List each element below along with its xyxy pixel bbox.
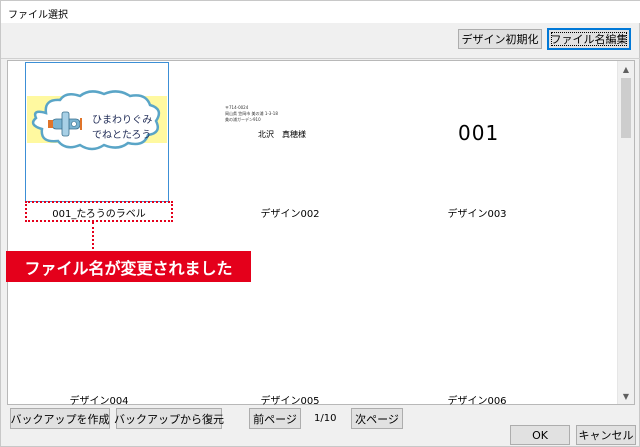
design-caption-005[interactable]: デザイン005 bbox=[218, 392, 362, 407]
label-preview: ひまわりぐみ でねとたろう bbox=[27, 90, 167, 151]
file-select-dialog: ファイル選択 デザイン初期化 ファイル名編集 ひまわりぐみ でねとたろう 001… bbox=[0, 0, 640, 447]
label-line1: ひまわりぐみ bbox=[92, 114, 152, 126]
ok-button[interactable]: OK bbox=[510, 425, 570, 445]
postal-code: 〒714-0024 bbox=[225, 105, 249, 110]
design-thumbnail-002[interactable]: 〒714-0024 岡山県 笠岡市 美の浦 1-3-18 美の浦ガーデン910 … bbox=[218, 62, 362, 202]
filename-changed-callout: ファイル名が変更されました bbox=[6, 251, 251, 282]
design-caption-001[interactable]: 001_たろうのラベル bbox=[25, 205, 173, 220]
callout-connector bbox=[92, 222, 94, 249]
design-thumbnail-001[interactable]: ひまわりぐみ でねとたろう bbox=[25, 62, 169, 202]
window-title: ファイル選択 bbox=[8, 10, 68, 21]
page-indicator: 1/10 bbox=[314, 413, 337, 424]
prev-page-button[interactable]: 前ページ bbox=[249, 408, 301, 429]
scroll-down-icon[interactable]: ▼ bbox=[618, 388, 634, 404]
design-grid: ひまわりぐみ でねとたろう 001_たろうのラベル 〒714-0024 岡山県 … bbox=[7, 60, 635, 407]
create-backup-button[interactable]: バックアップを作成 bbox=[10, 408, 110, 429]
label-number: 001 bbox=[458, 121, 500, 145]
next-page-button[interactable]: 次ページ bbox=[351, 408, 403, 429]
restore-backup-button[interactable]: バックアップから復元 bbox=[114, 408, 224, 429]
focus-ring bbox=[551, 32, 627, 46]
scroll-up-icon[interactable]: ▲ bbox=[618, 61, 634, 77]
edit-filename-button[interactable]: ファイル名編集 bbox=[547, 28, 631, 50]
address-line1: 岡山県 笠岡市 美の浦 1-3-18 bbox=[225, 111, 278, 116]
title-bar: ファイル選択 bbox=[1, 1, 640, 23]
design-caption-003[interactable]: デザイン003 bbox=[405, 205, 549, 220]
reset-design-button[interactable]: デザイン初期化 bbox=[458, 29, 542, 49]
design-caption-006[interactable]: デザイン006 bbox=[405, 392, 549, 407]
scroll-thumb[interactable] bbox=[621, 78, 631, 138]
label-line2: でねとたろう bbox=[92, 129, 151, 141]
recipient-name: 北沢 真穂様 bbox=[258, 130, 306, 139]
design-caption-004[interactable]: デザイン004 bbox=[25, 392, 173, 407]
cancel-button[interactable]: キャンセル bbox=[576, 425, 636, 445]
design-thumbnail-006[interactable] bbox=[405, 247, 549, 387]
vertical-scrollbar[interactable]: ▲ ▼ bbox=[617, 61, 634, 404]
address-line2: 美の浦ガーデン910 bbox=[225, 117, 261, 122]
design-thumbnail-003[interactable]: 001 bbox=[405, 62, 549, 202]
toolbar-divider bbox=[1, 58, 640, 59]
design-caption-002[interactable]: デザイン002 bbox=[218, 205, 362, 220]
